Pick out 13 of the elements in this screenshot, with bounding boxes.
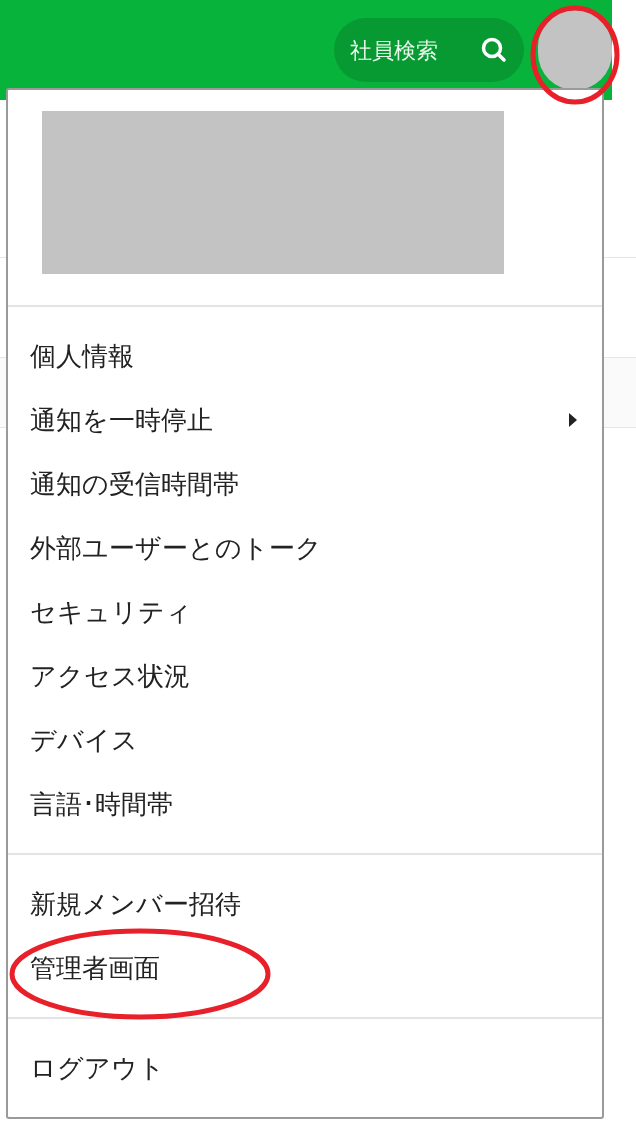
menu-item[interactable]: デバイス	[8, 708, 602, 772]
menu-item[interactable]: ログアウト	[8, 1036, 602, 1100]
search-icon	[480, 36, 508, 64]
menu-item[interactable]: 外部ユーザーとのトーク	[8, 516, 602, 580]
menu-item[interactable]: アクセス状況	[8, 644, 602, 708]
menu-item[interactable]: 言語･時間帯	[8, 772, 602, 836]
menu-item[interactable]: 通知を一時停止	[8, 388, 602, 452]
menu-item[interactable]: セキュリティ	[8, 580, 602, 644]
menu-item[interactable]: 新規メンバー招待	[8, 872, 602, 936]
submenu-arrow-icon	[568, 412, 578, 428]
menu-item[interactable]: 個人情報	[8, 324, 602, 388]
menu-item[interactable]: 通知の受信時間帯	[8, 452, 602, 516]
menu-item[interactable]: 管理者画面	[8, 936, 602, 1000]
